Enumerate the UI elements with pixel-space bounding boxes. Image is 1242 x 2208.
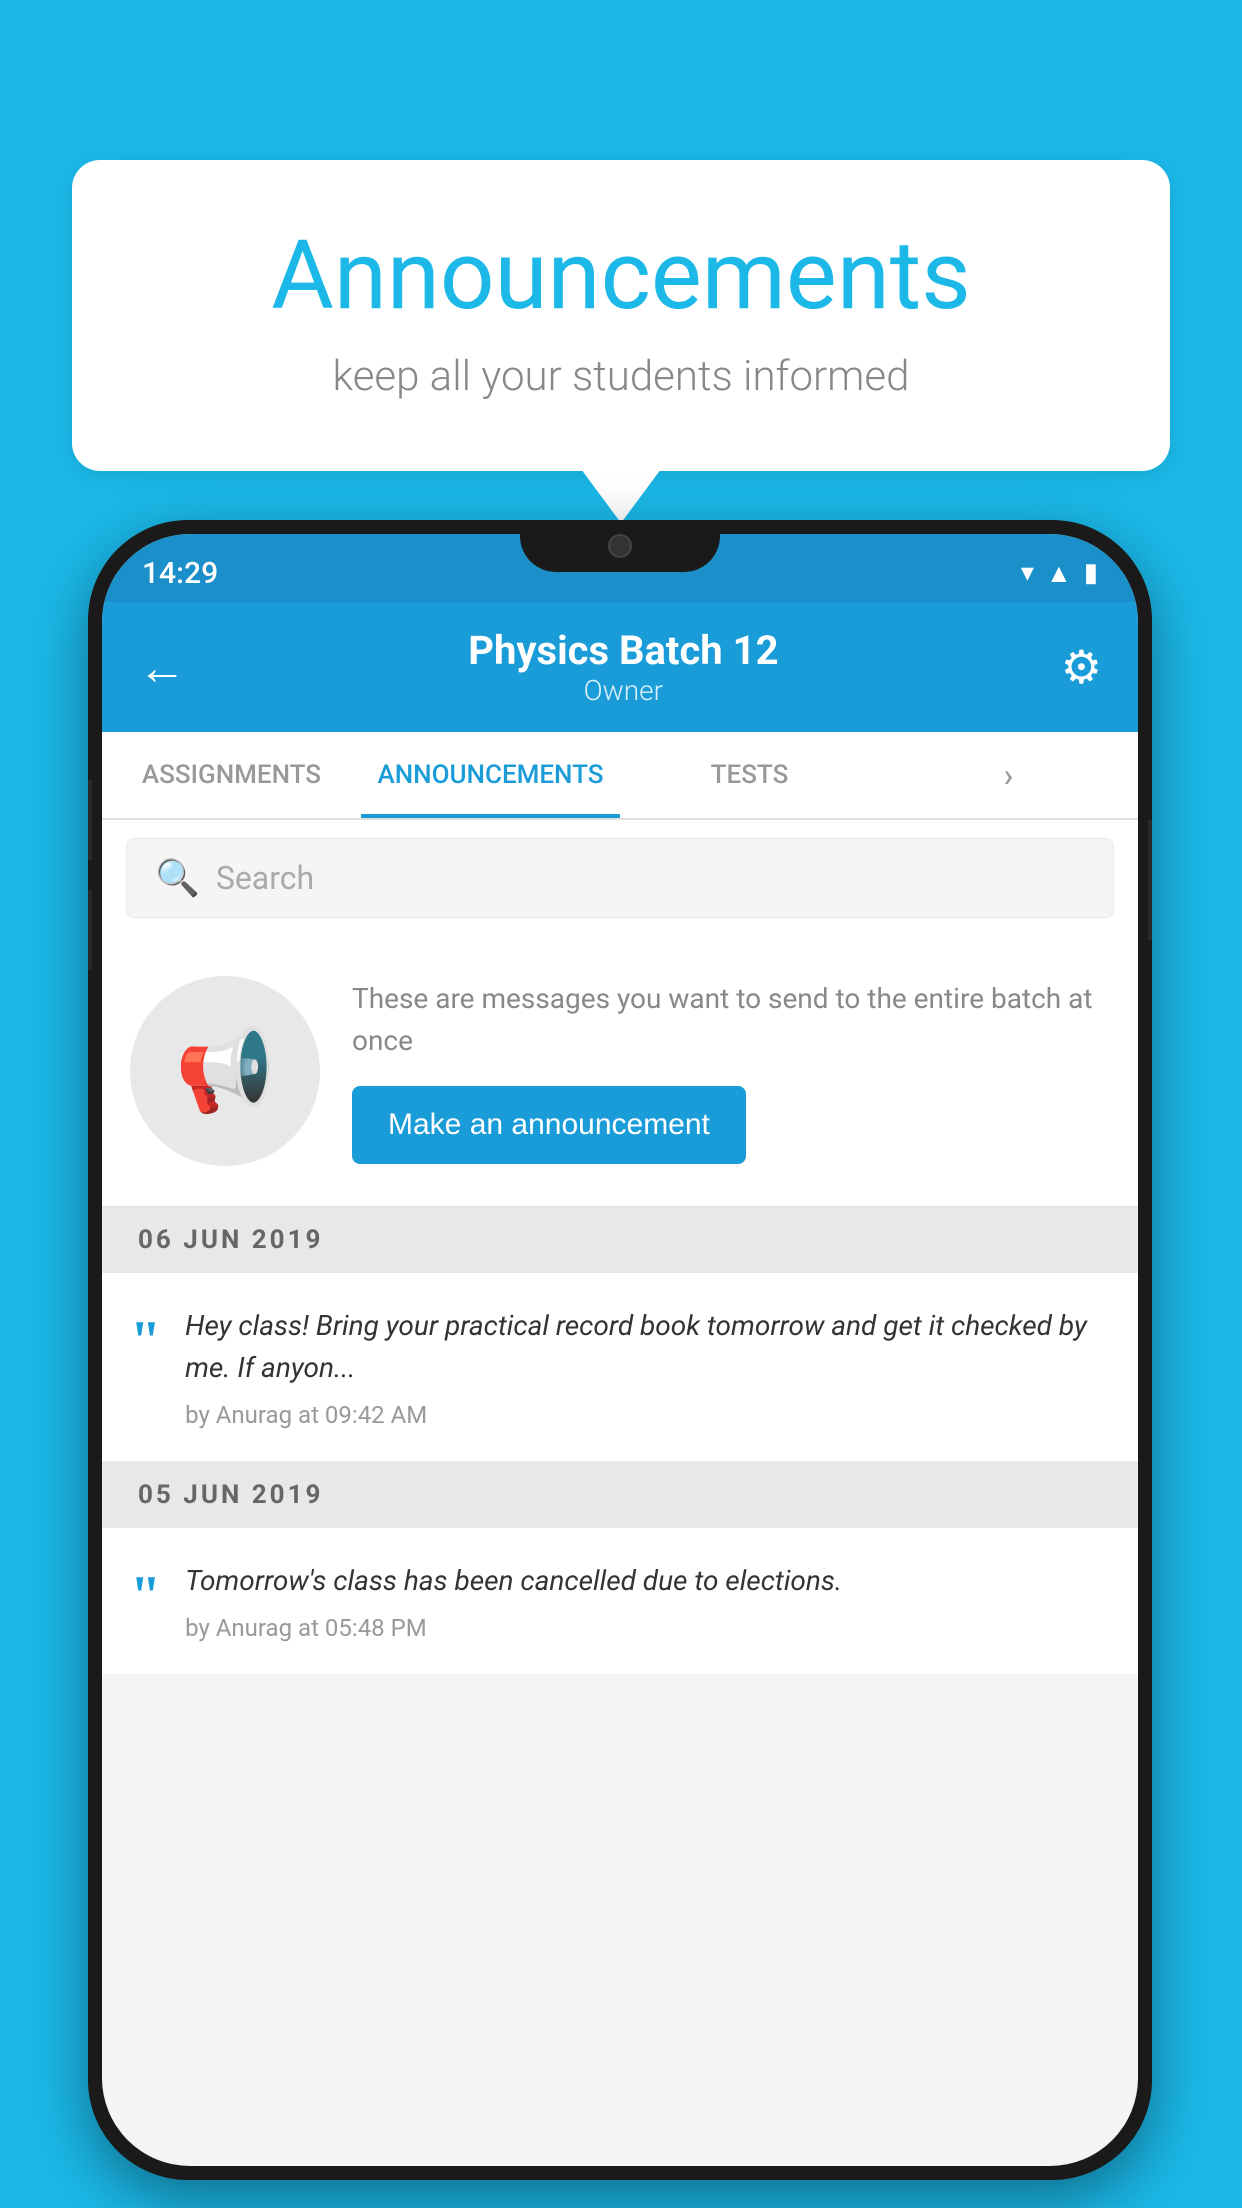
volume-down-button[interactable] xyxy=(88,890,92,970)
phone-notch xyxy=(520,520,720,572)
announcement-item-1[interactable]: " Hey class! Bring your practical record… xyxy=(102,1273,1138,1462)
power-button[interactable] xyxy=(1148,820,1152,940)
search-icon: 🔍 xyxy=(155,857,200,899)
tab-assignments[interactable]: ASSIGNMENTS xyxy=(102,732,361,818)
announcement-item-2[interactable]: " Tomorrow's class has been cancelled du… xyxy=(102,1528,1138,1674)
header-title-group: Physics Batch 12 Owner xyxy=(468,627,778,707)
tab-announcements[interactable]: ANNOUNCEMENTS xyxy=(361,732,620,818)
megaphone-icon: 📢 xyxy=(175,1024,275,1118)
search-placeholder: Search xyxy=(216,859,314,897)
announcement-content-1: Hey class! Bring your practical record b… xyxy=(185,1305,1110,1429)
status-time: 14:29 xyxy=(142,556,218,591)
phone-frame: 14:29 ▾ ▲ ▮ ← Physics Batch 12 Owner ⚙ A… xyxy=(88,520,1152,2180)
header-subtitle: Owner xyxy=(468,674,778,707)
date-separator-1: 06 JUN 2019 xyxy=(102,1207,1138,1273)
wifi-icon: ▾ xyxy=(1021,558,1034,588)
announcement-prompt: 📢 These are messages you want to send to… xyxy=(102,936,1138,1207)
settings-button[interactable]: ⚙ xyxy=(1061,640,1102,695)
date-separator-2: 05 JUN 2019 xyxy=(102,1462,1138,1528)
announce-icon-circle: 📢 xyxy=(130,976,320,1166)
volume-up-button[interactable] xyxy=(88,780,92,860)
speech-bubble-title: Announcements xyxy=(152,220,1090,332)
phone-screen: 14:29 ▾ ▲ ▮ ← Physics Batch 12 Owner ⚙ A… xyxy=(102,534,1138,2166)
announcement-content-2: Tomorrow's class has been cancelled due … xyxy=(185,1560,1110,1642)
search-bar[interactable]: 🔍 Search xyxy=(126,838,1114,918)
quote-icon-1: " xyxy=(130,1313,161,1369)
tab-tests[interactable]: TESTS xyxy=(620,732,879,818)
make-announcement-button[interactable]: Make an announcement xyxy=(352,1086,746,1164)
battery-icon: ▮ xyxy=(1084,558,1098,588)
announcement-right: These are messages you want to send to t… xyxy=(352,978,1110,1164)
back-button[interactable]: ← xyxy=(138,639,186,696)
quote-icon-2: " xyxy=(130,1568,161,1624)
signal-icon: ▲ xyxy=(1046,558,1072,589)
announce-description: These are messages you want to send to t… xyxy=(352,978,1110,1062)
announcement-meta-1: by Anurag at 09:42 AM xyxy=(185,1401,1110,1429)
front-camera xyxy=(608,534,632,558)
tab-bar: ASSIGNMENTS ANNOUNCEMENTS TESTS › xyxy=(102,732,1138,820)
speech-bubble-subtitle: keep all your students informed xyxy=(152,352,1090,401)
app-header: ← Physics Batch 12 Owner ⚙ xyxy=(102,602,1138,732)
announcement-meta-2: by Anurag at 05:48 PM xyxy=(185,1614,1110,1642)
speech-bubble-card: Announcements keep all your students inf… xyxy=(72,160,1170,471)
search-container: 🔍 Search xyxy=(102,820,1138,936)
announcement-text-2: Tomorrow's class has been cancelled due … xyxy=(185,1560,1110,1602)
header-title: Physics Batch 12 xyxy=(468,627,778,674)
announcement-text-1: Hey class! Bring your practical record b… xyxy=(185,1305,1110,1389)
status-icons: ▾ ▲ ▮ xyxy=(1021,558,1098,589)
tab-more[interactable]: › xyxy=(879,732,1138,818)
